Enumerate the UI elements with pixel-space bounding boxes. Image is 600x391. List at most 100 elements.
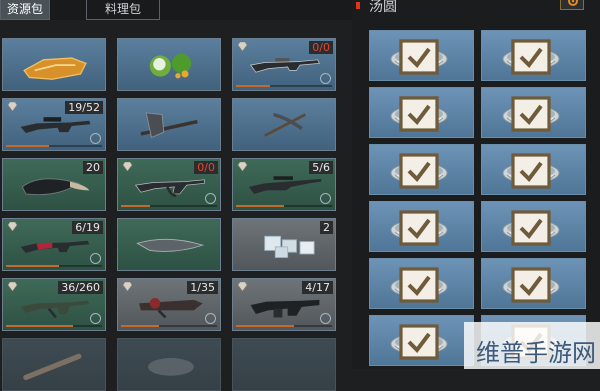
durability-bar (236, 205, 332, 207)
inventory-slot[interactable]: 2 (232, 218, 336, 271)
inventory-slot[interactable]: 6/19 (2, 218, 106, 271)
soup-slot[interactable] (481, 201, 586, 252)
soup-slot[interactable] (369, 201, 474, 252)
inventory-slot[interactable]: 0/0 (117, 158, 221, 211)
buff-tag-icon (399, 210, 439, 246)
attachment-icon (320, 313, 331, 324)
bowl-icon (147, 358, 194, 376)
red-rifle-icon (20, 240, 90, 254)
attachment-icon (90, 313, 101, 324)
camo-rifle-icon (20, 300, 90, 319)
item-count: 20 (83, 161, 103, 174)
item-count: 1/35 (187, 281, 218, 294)
inventory-grid: 0/0 19/52 20 0/0 5/6 6/19 2 36/260 1/35 4/17 (0, 34, 352, 391)
buff-tag-icon (511, 210, 551, 246)
buff-tag-icon (511, 267, 551, 303)
panel-title: 汤圆 (369, 0, 397, 15)
item-count: 36/260 (58, 281, 103, 294)
durability-bar (121, 325, 217, 327)
item-count: 5/6 (309, 161, 333, 174)
buff-tag-icon (399, 324, 439, 360)
soup-slot[interactable] (481, 30, 586, 81)
buff-tag-icon (511, 153, 551, 189)
quality-gem-icon (237, 282, 248, 291)
quality-gem-icon (122, 162, 133, 171)
tab-resource-pack[interactable]: 资源包 (0, 0, 50, 20)
buff-tag-icon (399, 153, 439, 189)
watermark: 维普手游网 (476, 339, 596, 367)
inventory-slot[interactable] (232, 98, 336, 151)
attachment-icon (205, 313, 216, 324)
quality-gem-icon (7, 222, 18, 231)
durability-bar (6, 145, 102, 147)
scoped-rifle-icon (20, 117, 91, 134)
soup-slot[interactable] (369, 315, 474, 366)
buff-tag-icon (399, 96, 439, 132)
axe-icon (140, 112, 198, 139)
inventory-slot[interactable] (2, 338, 106, 391)
attachment-icon (205, 193, 216, 204)
launcher-icon (139, 298, 203, 319)
durability-bar (6, 265, 102, 267)
buff-tag-icon (399, 39, 439, 75)
machete-icon (136, 238, 205, 252)
quality-gem-icon (237, 162, 248, 171)
item-count: 4/17 (302, 281, 333, 294)
durability-bar (236, 85, 332, 87)
heavy-gun-icon (250, 299, 320, 318)
honeycomb-icon (23, 57, 87, 80)
gear-icon (568, 0, 578, 6)
inventory-tabbar: 资源包 料理包 (0, 0, 352, 20)
item-count: 6/19 (72, 221, 103, 234)
panel-title-marker (356, 2, 360, 9)
quality-gem-icon (237, 42, 248, 51)
soup-slot[interactable] (481, 258, 586, 309)
inventory-slot[interactable] (117, 218, 221, 271)
durability-bar (236, 325, 332, 327)
soup-slot[interactable] (369, 87, 474, 138)
buff-tag-icon (511, 39, 551, 75)
tab-cooking-pack[interactable]: 料理包 (86, 0, 160, 20)
attachment-icon (90, 133, 101, 144)
pickaxe-icon (264, 112, 306, 137)
settings-button[interactable] (560, 0, 584, 10)
item-count: 19/52 (65, 101, 103, 114)
soup-slot[interactable] (369, 258, 474, 309)
empty-slot-icon (243, 351, 327, 381)
inventory-slot[interactable]: 20 (2, 158, 106, 211)
buff-tag-icon (511, 96, 551, 132)
soup-slot[interactable] (369, 144, 474, 195)
inventory-slot[interactable]: 19/52 (2, 98, 106, 151)
inventory-slot[interactable] (117, 38, 221, 91)
rifle-icon (249, 58, 320, 73)
inventory-slot[interactable]: 1/35 (117, 278, 221, 331)
inventory-slot[interactable]: 4/17 (232, 278, 336, 331)
item-count: 0/0 (194, 161, 218, 174)
inventory-slot[interactable]: 5/6 (232, 158, 336, 211)
durability-bar (6, 325, 102, 327)
ak-rifle-icon (134, 179, 205, 198)
ice-cubes-icon (264, 235, 315, 258)
quality-gem-icon (7, 102, 18, 111)
soup-slot[interactable] (369, 30, 474, 81)
inventory-slot[interactable] (232, 338, 336, 391)
attachment-icon (320, 73, 331, 84)
attachment-icon (90, 253, 101, 264)
durability-bar (121, 205, 217, 207)
bat-icon (23, 353, 82, 381)
soup-slot[interactable] (481, 87, 586, 138)
item-count: 2 (320, 221, 333, 234)
quality-gem-icon (7, 282, 18, 291)
inventory-slot[interactable] (117, 98, 221, 151)
inventory-slot[interactable] (2, 38, 106, 91)
soup-slot[interactable] (481, 144, 586, 195)
beak-icon (21, 178, 90, 196)
attachment-icon (320, 193, 331, 204)
coconut-icon (149, 53, 192, 79)
item-count: 0/0 (309, 41, 333, 54)
sniper-rifle-icon (248, 176, 322, 194)
quality-gem-icon (122, 282, 133, 291)
inventory-slot[interactable]: 36/260 (2, 278, 106, 331)
inventory-slot[interactable] (117, 338, 221, 391)
inventory-slot[interactable]: 0/0 (232, 38, 336, 91)
